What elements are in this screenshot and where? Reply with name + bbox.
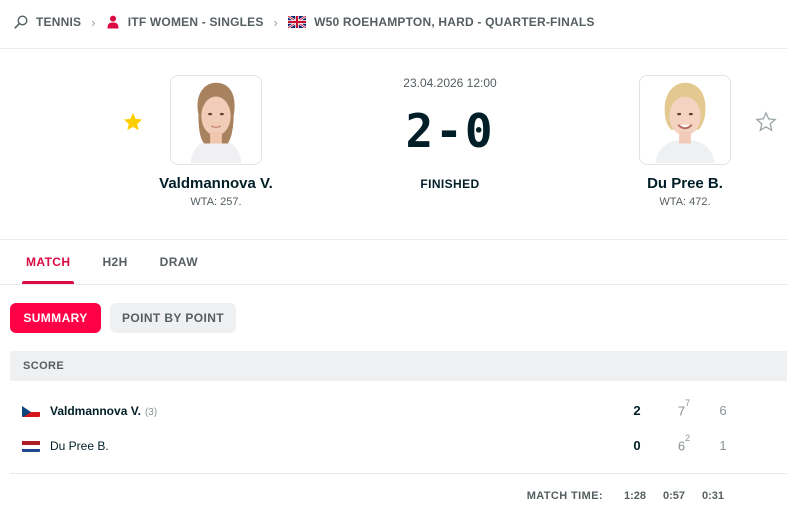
- breadcrumb: TENNIS › ITF WOMEN - SINGLES › W50 ROEHA…: [14, 12, 595, 32]
- subtab-point-by-point[interactable]: POINT BY POINT: [110, 303, 236, 333]
- divider: [0, 284, 787, 285]
- away-player-avatar[interactable]: [639, 75, 731, 165]
- set-2-time: 0:31: [701, 490, 725, 502]
- match-datetime: 23.04.2026 12:00: [403, 76, 497, 90]
- score-section-header: SCORE: [10, 351, 787, 381]
- breadcrumb-category[interactable]: ITF WOMEN - SINGLES: [106, 15, 264, 29]
- tab-h2h[interactable]: H2H: [86, 240, 143, 284]
- score-row-away: Du Pree B. 0 62 1: [10, 428, 787, 463]
- set-1-games: 77: [677, 398, 691, 419]
- home-player-name[interactable]: Valdmannova V.: [116, 175, 316, 192]
- sets-won: 2: [633, 403, 641, 418]
- breadcrumb-tournament[interactable]: W50 ROEHAMPTON, HARD - QUARTER-FINALS: [288, 15, 595, 29]
- score-row-home: Valdmannova V. (3) 2 77 6: [10, 393, 787, 428]
- divider: [0, 48, 787, 49]
- away-player-rank: WTA: 472.: [659, 196, 711, 208]
- set-2-games: 1: [719, 438, 727, 453]
- breadcrumb-sport-label: TENNIS: [36, 15, 82, 29]
- breadcrumb-category-label: ITF WOMEN - SINGLES: [127, 15, 264, 29]
- tennis-racket-icon: [14, 15, 28, 29]
- player-seed: (3): [144, 406, 158, 418]
- match-status: FINISHED: [420, 177, 480, 191]
- netherlands-flag-icon: [22, 440, 40, 452]
- set-1-games: 62: [677, 433, 691, 454]
- tab-match[interactable]: MATCH: [10, 240, 86, 284]
- away-player-name[interactable]: Du Pree B.: [585, 175, 785, 192]
- tab-draw[interactable]: DRAW: [144, 240, 214, 284]
- breadcrumb-tournament-label: W50 ROEHAMPTON, HARD - QUARTER-FINALS: [314, 15, 595, 29]
- tiebreak-score: 2: [685, 433, 691, 444]
- match-score: 2-0: [405, 104, 495, 158]
- favorite-star-icon-away[interactable]: [755, 111, 777, 138]
- player-photo-icon: [171, 76, 261, 164]
- home-player-rank: WTA: 257.: [190, 196, 242, 208]
- subtab-summary[interactable]: SUMMARY: [10, 303, 101, 333]
- match-time-total: 1:28: [623, 490, 647, 502]
- breadcrumb-sport[interactable]: TENNIS: [14, 15, 81, 29]
- player-photo-icon: [640, 76, 730, 164]
- match-tabs: MATCH H2H DRAW: [10, 240, 214, 284]
- divider: [10, 473, 787, 474]
- home-player-avatar[interactable]: [170, 75, 262, 165]
- tiebreak-score: 7: [685, 398, 691, 409]
- sets-won: 0: [633, 438, 641, 453]
- chevron-right-icon: ›: [91, 14, 96, 30]
- score-row-player-name[interactable]: Valdmannova V. (3): [50, 404, 157, 418]
- favorite-star-icon-home[interactable]: [122, 111, 144, 138]
- score-row-player-name[interactable]: Du Pree B.: [50, 439, 109, 453]
- uk-flag-icon: [288, 16, 307, 28]
- match-time-label: MATCH TIME:: [526, 490, 603, 502]
- set-2-games: 6: [719, 403, 727, 418]
- set-1-time: 0:57: [662, 490, 686, 502]
- chevron-right-icon: ›: [273, 14, 279, 30]
- czech-flag-icon: [22, 405, 40, 417]
- woman-player-icon: [106, 15, 120, 29]
